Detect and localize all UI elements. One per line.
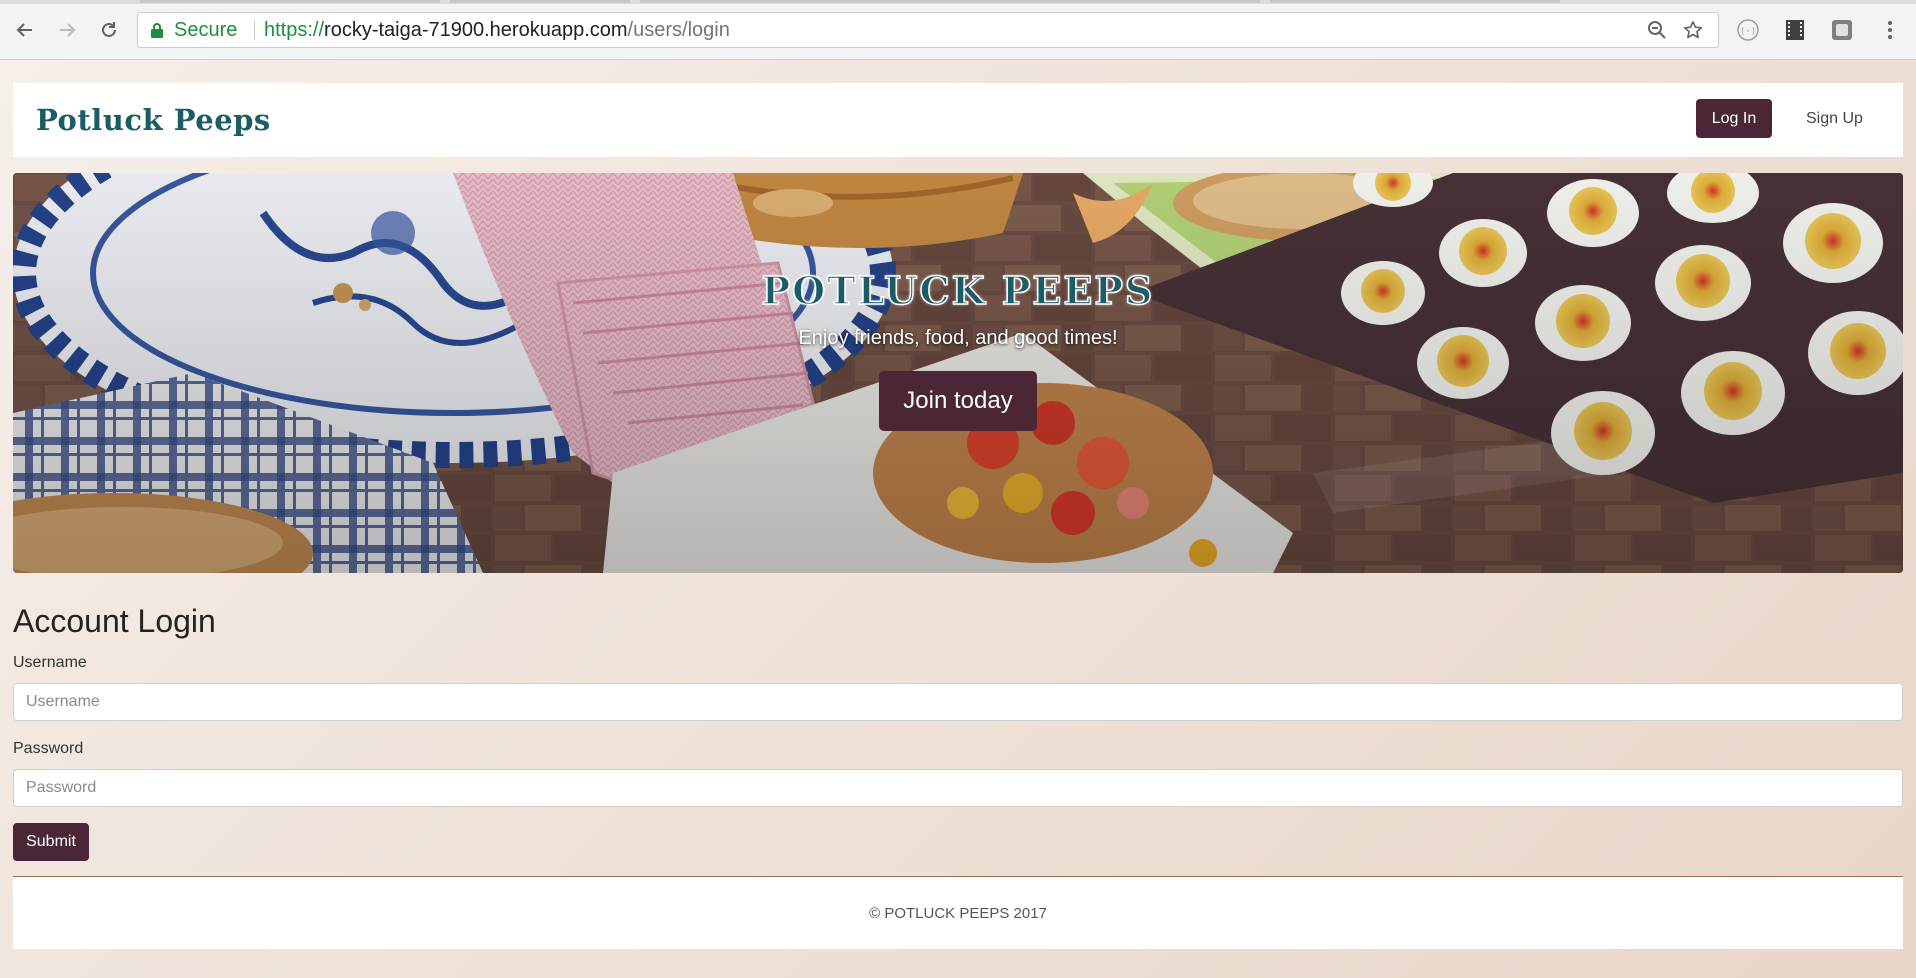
browser-menu-button[interactable] [1876,16,1904,44]
secure-label: Secure [174,18,238,41]
browser-toolbar: Secure https://rocky-taiga-71900.herokua… [0,0,1916,60]
bookmark-button[interactable] [1681,18,1705,42]
signup-link[interactable]: Sign Up [1806,99,1863,138]
url-scheme: https:// [264,18,325,41]
url-host: rocky-taiga-71900.herokuapp.com [324,18,628,41]
arrow-right-icon [60,23,76,37]
tab-strip [0,0,1916,4]
arrow-left-icon [16,23,32,37]
address-bar[interactable]: Secure https://rocky-taiga-71900.herokua… [137,12,1719,48]
url-text[interactable]: https://rocky-taiga-71900.herokuapp.com /… [264,13,730,47]
hero-banner: POTLUCK PEEPS Enjoy friends, food, and g… [13,173,1903,573]
star-icon [1683,21,1703,39]
username-input[interactable] [13,683,1903,721]
site-navbar: Potluck Peeps Log In Sign Up [13,83,1903,157]
login-button[interactable]: Log In [1696,99,1772,138]
zoom-out-icon [1648,21,1666,39]
password-input[interactable] [13,769,1903,807]
code-extension-icon: (·) [1737,19,1759,41]
film-extension-icon [1786,20,1804,40]
hero-title: POTLUCK PEEPS [761,267,1155,314]
kebab-menu-icon [1888,21,1892,39]
footer: © POTLUCK PEEPS 2017 [13,876,1903,949]
square-extension-icon [1832,20,1852,40]
extension-button-3[interactable] [1828,16,1856,44]
join-today-button[interactable]: Join today [879,371,1037,431]
url-path: /users/login [627,18,730,41]
footer-copyright: © POTLUCK PEEPS 2017 [869,904,1047,922]
reload-icon [102,22,116,37]
svg-text:(·): (·) [1740,27,1756,37]
brand-logo[interactable]: Potluck Peeps [36,83,271,157]
password-label: Password [13,740,84,757]
zoom-button[interactable] [1645,18,1669,42]
extension-button-2[interactable] [1781,16,1809,44]
secure-indicator[interactable]: Secure [150,13,237,47]
lock-icon [151,23,163,38]
page-title: Account Login [13,603,216,639]
back-button[interactable] [9,14,41,46]
extension-button-1[interactable]: (·) [1734,16,1762,44]
username-label: Username [13,654,87,671]
hero-subtitle: Enjoy friends, food, and good times! [798,327,1118,349]
forward-button[interactable] [51,14,83,46]
address-divider [254,20,255,40]
submit-button[interactable]: Submit [13,823,89,861]
reload-button[interactable] [93,14,125,46]
